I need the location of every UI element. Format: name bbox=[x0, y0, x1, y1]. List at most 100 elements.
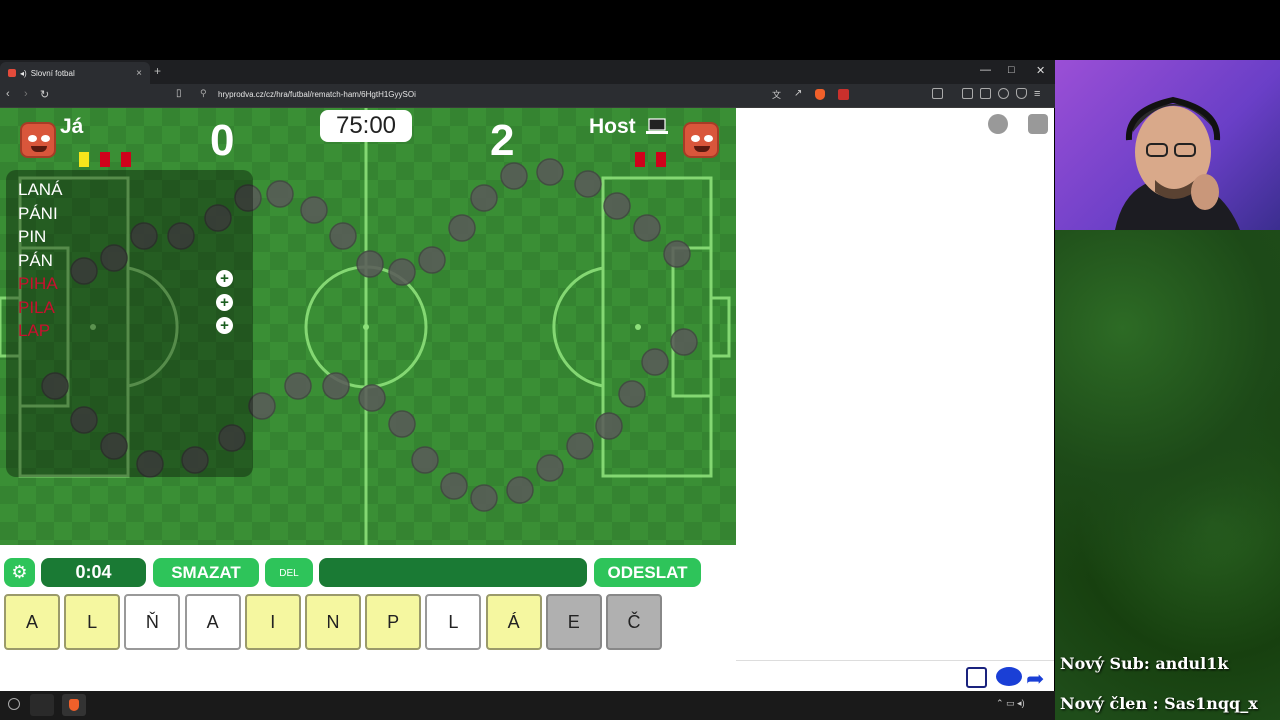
ball-dot bbox=[284, 372, 312, 400]
letter-tile[interactable]: L bbox=[425, 594, 482, 650]
bookmark-icon[interactable]: ▯ bbox=[176, 88, 182, 99]
word-list-item: PIHA bbox=[18, 274, 58, 293]
letter-tile[interactable]: Ň bbox=[124, 594, 181, 650]
wallet-icon[interactable] bbox=[980, 88, 991, 99]
ball-dot bbox=[440, 472, 468, 500]
ball-dot bbox=[470, 184, 498, 212]
ball-dot bbox=[388, 258, 416, 286]
menu-icon[interactable]: ≡ bbox=[1034, 88, 1040, 100]
current-word-field bbox=[319, 558, 587, 587]
letter-tile[interactable]: L bbox=[64, 594, 121, 650]
streamer-image bbox=[1115, 96, 1240, 230]
turn-timer: 0:04 bbox=[41, 558, 146, 587]
extensions-icon[interactable] bbox=[932, 88, 943, 99]
sidebar-icon[interactable] bbox=[962, 88, 973, 99]
ball-dot bbox=[536, 454, 564, 482]
browser-tab[interactable]: ◂) Slovní fotbal × bbox=[0, 62, 150, 84]
letter-tile[interactable]: Č bbox=[606, 594, 662, 650]
steam-taskbar-icon[interactable] bbox=[30, 694, 54, 716]
site-favicon-icon bbox=[8, 69, 16, 77]
settings-button[interactable]: ⚙ bbox=[4, 558, 35, 587]
back-icon[interactable]: ‹ bbox=[6, 88, 10, 100]
url-field[interactable]: hryprodva.cz/cz/hra/futbal/rematch-ham/6… bbox=[218, 90, 416, 99]
new-tab-icon[interactable]: + bbox=[154, 64, 161, 78]
site-info-icon[interactable]: ⚲ bbox=[200, 88, 207, 99]
word-list-item: LAP bbox=[18, 321, 51, 340]
delete-button[interactable]: DEL bbox=[265, 558, 313, 587]
word-list-item: PÁNI bbox=[18, 203, 58, 223]
word-list-item: PÁN bbox=[18, 250, 53, 270]
player-right-name: Host bbox=[589, 115, 636, 138]
brave-shield-icon[interactable] bbox=[815, 89, 825, 100]
share-icon[interactable]: ↗ bbox=[794, 88, 802, 99]
letter-tile[interactable]: I bbox=[244, 594, 301, 650]
add-word-icon[interactable]: + bbox=[216, 293, 233, 311]
address-bar bbox=[0, 84, 1055, 108]
ball-dot bbox=[356, 250, 384, 278]
ball-dot bbox=[470, 484, 498, 512]
letter-tile[interactable]: N bbox=[305, 594, 361, 650]
ball-dot bbox=[633, 214, 661, 242]
close-window-icon[interactable]: ✕ bbox=[1036, 64, 1045, 77]
red-card bbox=[121, 152, 131, 167]
yellow-card bbox=[79, 152, 89, 167]
ball-dot bbox=[411, 446, 439, 474]
player-right-avatar bbox=[683, 122, 719, 158]
speaker-icon: ◂) bbox=[20, 68, 27, 78]
new-sub-alert: Nový Sub: andul1k bbox=[1060, 654, 1229, 673]
word-list-item: LANÁ bbox=[18, 180, 63, 199]
player-left-score: 0 bbox=[210, 116, 235, 165]
ball-dot bbox=[329, 222, 357, 250]
clear-button[interactable]: SMAZAT bbox=[153, 558, 259, 587]
letter-tile[interactable]: E bbox=[545, 594, 602, 650]
ball-dot bbox=[388, 410, 416, 438]
player-left-avatar bbox=[20, 122, 56, 158]
panel-toggle-icon[interactable] bbox=[1028, 114, 1048, 134]
reload-icon[interactable]: ↻ bbox=[40, 88, 49, 101]
letter-tile[interactable]: A bbox=[4, 594, 60, 650]
ball-dot bbox=[603, 192, 631, 220]
ball-dot bbox=[418, 246, 446, 274]
red-card bbox=[100, 152, 110, 167]
note-icon[interactable] bbox=[966, 667, 987, 688]
maximize-icon[interactable]: □ bbox=[1008, 64, 1015, 76]
laptop-icon bbox=[646, 118, 668, 134]
taskbar bbox=[0, 691, 1055, 720]
background-grass bbox=[1055, 230, 1280, 720]
rewards-icon[interactable] bbox=[838, 89, 849, 100]
vpn-icon[interactable] bbox=[998, 88, 1009, 99]
player-left-name: Já bbox=[60, 115, 84, 138]
browser-taskbar-icon[interactable] bbox=[62, 694, 86, 716]
ball-dot bbox=[266, 180, 294, 208]
word-list-item: PIN bbox=[18, 227, 47, 246]
add-word-icon[interactable]: + bbox=[216, 270, 233, 287]
ball-dot bbox=[574, 170, 602, 198]
word-list-item: PILA bbox=[18, 297, 55, 317]
red-card bbox=[635, 152, 645, 167]
submit-button[interactable]: ODESLAT bbox=[594, 558, 701, 587]
forward-icon[interactable]: › bbox=[24, 88, 28, 100]
ball-dot bbox=[500, 162, 528, 190]
hide-icon[interactable] bbox=[988, 114, 1008, 134]
ball-dot bbox=[506, 476, 534, 504]
forward-arrow-icon[interactable]: ➦ bbox=[1026, 666, 1044, 692]
chat-icon[interactable] bbox=[996, 667, 1022, 686]
side-panel bbox=[736, 108, 1054, 691]
add-word-icon[interactable]: + bbox=[216, 317, 233, 334]
new-member-alert: Nový člen : Sas1nqq_x bbox=[1060, 694, 1258, 713]
start-icon[interactable] bbox=[8, 698, 20, 710]
player-right-score: 2 bbox=[490, 116, 515, 165]
minimize-icon[interactable]: — bbox=[980, 64, 991, 76]
ball-dot bbox=[536, 158, 564, 186]
letter-tile[interactable]: A bbox=[184, 594, 241, 650]
translate-icon[interactable]: 文 bbox=[772, 88, 781, 101]
ball-dot bbox=[670, 328, 698, 356]
ball-dot bbox=[566, 432, 594, 460]
letter-tile[interactable]: Á bbox=[485, 594, 542, 650]
red-card bbox=[656, 152, 666, 167]
ball-dot bbox=[358, 384, 386, 412]
letter-tile[interactable]: P bbox=[365, 594, 422, 650]
close-tab-icon[interactable]: × bbox=[136, 68, 142, 79]
tray-icons[interactable]: ⌃ ▭ ◂) bbox=[996, 698, 1025, 709]
shield-icon[interactable] bbox=[1016, 88, 1027, 99]
